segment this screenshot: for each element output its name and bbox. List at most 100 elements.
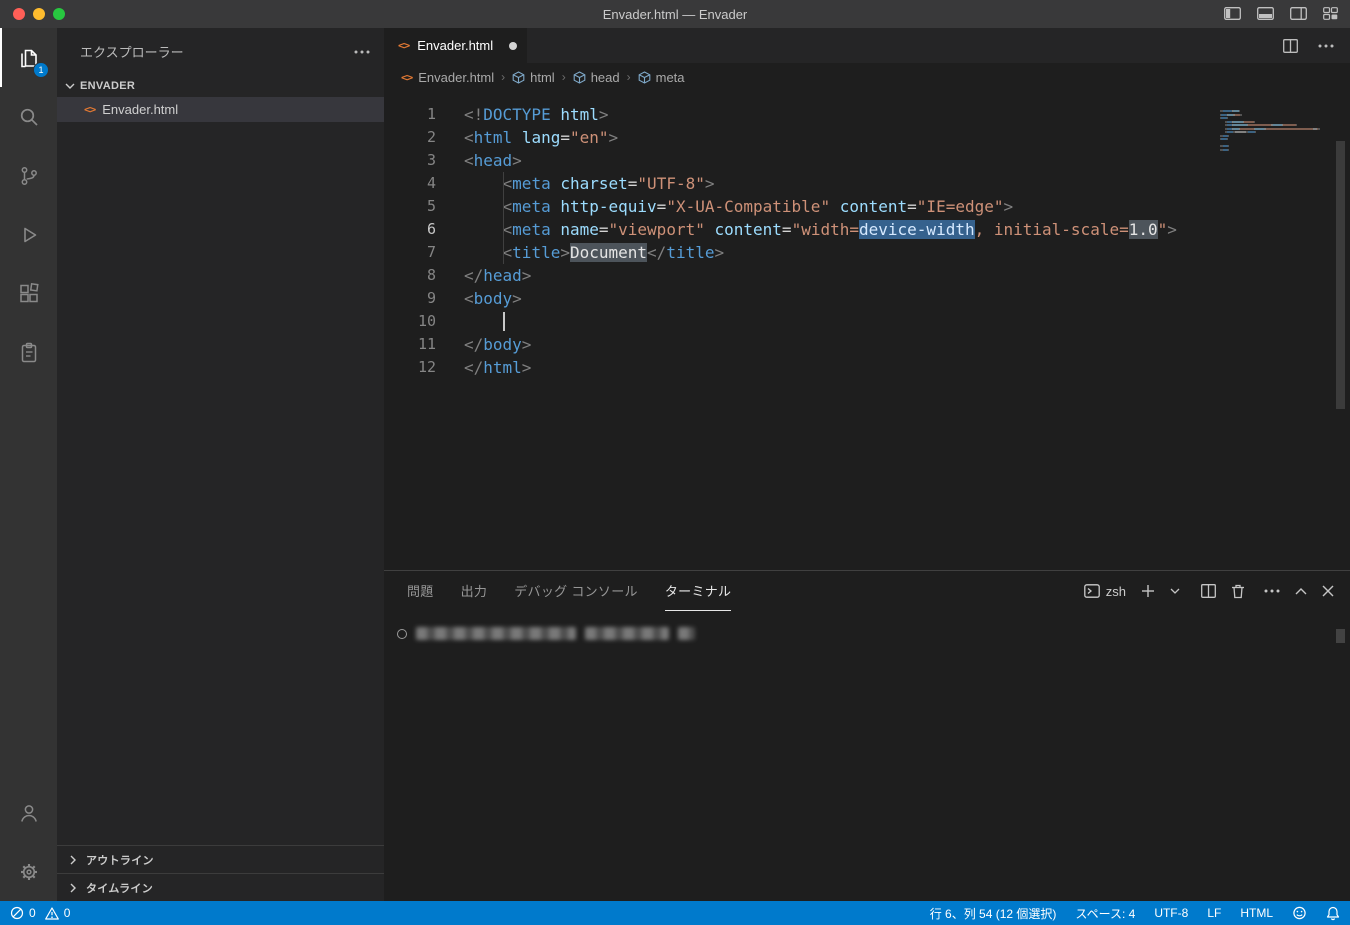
- breadcrumb: <> Envader.html › html › head › meta: [384, 63, 1350, 91]
- symbol-cube-icon: [512, 70, 525, 84]
- toggle-secondary-sidebar-icon[interactable]: [1290, 7, 1307, 20]
- editor-more-actions-icon[interactable]: [1318, 44, 1334, 48]
- titlebar: Envader.html — Envader: [0, 0, 1350, 28]
- panel-tab[interactable]: 出力: [461, 571, 488, 611]
- outline-section-header[interactable]: アウトライン: [57, 845, 384, 873]
- folder-section-label: ENVADER: [80, 80, 136, 92]
- zoom-window-button[interactable]: [53, 8, 65, 20]
- panel-more-actions-icon[interactable]: [1264, 589, 1280, 593]
- activity-source-control-button[interactable]: [0, 146, 57, 205]
- breadcrumb-label: Envader.html: [418, 69, 495, 85]
- minimap[interactable]: [1220, 101, 1328, 151]
- breadcrumb-label: html: [530, 69, 555, 85]
- activity-search-button[interactable]: [0, 87, 57, 146]
- tab-modified-dot[interactable]: [509, 41, 518, 50]
- problems-status[interactable]: 0 0: [10, 906, 70, 920]
- code-line[interactable]: 9 <body>: [384, 287, 1350, 310]
- settings-button[interactable]: [0, 842, 57, 901]
- breadcrumb-item[interactable]: head: [573, 70, 620, 85]
- breadcrumb-separator: ›: [561, 70, 566, 84]
- terminal-redacted-text: [678, 627, 695, 640]
- panel-tab[interactable]: ターミナル: [664, 571, 732, 611]
- maximize-panel-icon[interactable]: [1295, 587, 1307, 595]
- code-line[interactable]: 12 </html>: [384, 356, 1350, 379]
- activity-bar: 1: [0, 28, 57, 901]
- minimize-window-button[interactable]: [33, 8, 45, 20]
- terminal-scrollbar[interactable]: [1336, 629, 1345, 643]
- activity-extensions-button[interactable]: [0, 264, 57, 323]
- terminal-icon: [1083, 584, 1100, 598]
- source-control-icon: [21, 166, 37, 185]
- activity-run-debug-button[interactable]: [0, 205, 57, 264]
- panel-tab[interactable]: 問題: [407, 571, 434, 611]
- line-number: 8: [426, 266, 436, 284]
- code-line[interactable]: 10: [384, 310, 1350, 333]
- split-editor-icon[interactable]: [1283, 38, 1298, 53]
- eol-status[interactable]: LF: [1207, 906, 1221, 920]
- symbol-cube-icon: [638, 70, 651, 84]
- line-number: 2: [426, 128, 436, 146]
- html-file-icon: <>: [398, 39, 410, 52]
- chevron-down-icon: [65, 83, 75, 89]
- editor-scrollbar[interactable]: [1336, 141, 1345, 409]
- activity-clipboard-button[interactable]: [0, 323, 57, 382]
- close-panel-icon[interactable]: [1322, 585, 1334, 597]
- code-editor[interactable]: 1 <!DOCTYPE html> 2 <html lang="en"> 3 <head>…: [384, 91, 1350, 570]
- warning-count: 0: [63, 906, 71, 920]
- terminal-shell-select[interactable]: zsh: [1083, 583, 1126, 599]
- terminal-redacted-text: [585, 627, 669, 640]
- breadcrumb-separator: ›: [626, 70, 631, 84]
- accounts-button[interactable]: [0, 783, 57, 842]
- code-line[interactable]: 4 <meta charset="UTF-8">: [384, 172, 1350, 195]
- gear-icon: [20, 863, 37, 880]
- explorer-sidebar: エクスプローラー ENVADER <> Envader.html アウトライン …: [57, 28, 384, 901]
- encoding-status[interactable]: UTF-8: [1154, 906, 1188, 920]
- line-number: 11: [417, 335, 436, 353]
- file-item-envader-html[interactable]: <> Envader.html: [57, 97, 384, 122]
- customize-layout-icon[interactable]: [1323, 7, 1338, 20]
- explorer-more-actions-icon[interactable]: [354, 50, 370, 54]
- terminal-output[interactable]: [384, 611, 1350, 640]
- line-number: 1: [426, 105, 436, 123]
- breadcrumb-separator: ›: [501, 70, 506, 84]
- timeline-section-header[interactable]: タイムライン: [57, 873, 384, 901]
- language-mode-status[interactable]: HTML: [1240, 906, 1273, 920]
- indent-guide: [502, 241, 504, 264]
- launch-profile-chevron-icon[interactable]: [1170, 587, 1180, 595]
- terminal-redacted-text: [416, 627, 576, 640]
- cursor-position-status[interactable]: 行 6、列 54 (12 個選択): [930, 905, 1057, 922]
- kill-terminal-icon[interactable]: [1231, 584, 1245, 599]
- split-terminal-icon[interactable]: [1201, 584, 1216, 598]
- code-line[interactable]: 2 <html lang="en">: [384, 126, 1350, 149]
- breadcrumb-item[interactable]: meta: [638, 70, 685, 85]
- notifications-bell-icon[interactable]: [1326, 906, 1340, 921]
- code-line[interactable]: 11 </body>: [384, 333, 1350, 356]
- code-line[interactable]: 1 <!DOCTYPE html>: [384, 103, 1350, 126]
- code-line[interactable]: 7 <title>Document</title>: [384, 241, 1350, 264]
- new-terminal-icon[interactable]: [1141, 584, 1155, 598]
- bottom-panel: 問題 出力 デバッグ コンソール ターミナル zsh: [384, 570, 1350, 901]
- code-line[interactable]: 8 </head>: [384, 264, 1350, 287]
- code-line[interactable]: 3 <head>: [384, 149, 1350, 172]
- code-line[interactable]: 6 <meta name="viewport" content="width=d…: [384, 218, 1350, 241]
- toggle-sidebar-icon[interactable]: [1224, 7, 1241, 20]
- line-number: 5: [426, 197, 436, 215]
- window-controls: [13, 8, 65, 20]
- close-window-button[interactable]: [13, 8, 25, 20]
- code-line[interactable]: 5 <meta http-equiv="X-UA-Compatible" con…: [384, 195, 1350, 218]
- panel-tabs: 問題 出力 デバッグ コンソール ターミナル: [407, 571, 732, 611]
- line-number: 6: [426, 220, 436, 238]
- feedback-icon[interactable]: [1292, 906, 1307, 920]
- activity-explorer-button[interactable]: 1: [0, 28, 57, 87]
- file-item-label: Envader.html: [102, 102, 179, 117]
- html-file-icon: <>: [401, 70, 413, 84]
- line-number: 10: [417, 312, 436, 330]
- toggle-panel-icon[interactable]: [1257, 7, 1274, 20]
- breadcrumb-item[interactable]: html: [512, 70, 555, 85]
- indentation-status[interactable]: スペース: 4: [1075, 905, 1135, 922]
- breadcrumb-item[interactable]: <> Envader.html: [401, 70, 494, 85]
- folder-section-header[interactable]: ENVADER: [57, 75, 384, 97]
- shell-label: zsh: [1105, 583, 1126, 599]
- tab-envader-html[interactable]: <> Envader.html: [384, 28, 528, 63]
- panel-tab[interactable]: デバッグ コンソール: [514, 571, 638, 611]
